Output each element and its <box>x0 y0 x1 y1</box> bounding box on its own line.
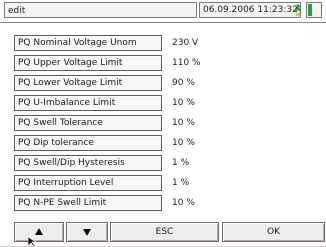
ok-button[interactable]: OK <box>222 222 325 242</box>
param-value: 90 % <box>172 78 195 88</box>
param-row[interactable]: PQ Lower Voltage Limit 90 % <box>14 75 314 93</box>
param-label[interactable]: PQ Nominal Voltage Unom <box>14 35 162 51</box>
instrument-screen: edit 06.09.2006 11:23:32 PQ Nominal Volt… <box>0 0 326 247</box>
param-row[interactable]: PQ Swell/Dip Hysteresis 1 % <box>14 155 314 173</box>
param-value: 10 % <box>172 118 195 128</box>
param-label[interactable]: PQ Dip tolerance <box>14 135 162 151</box>
esc-button[interactable]: ESC <box>110 222 219 242</box>
down-button[interactable] <box>66 222 108 242</box>
arrow-down-icon <box>83 229 91 236</box>
header-bar: edit 06.09.2006 11:23:32 <box>0 0 326 23</box>
param-label[interactable]: PQ U-Imbalance Limit <box>14 95 162 111</box>
param-row[interactable]: PQ Upper Voltage Limit 110 % <box>14 55 314 73</box>
param-value: 10 % <box>172 138 195 148</box>
param-row[interactable]: PQ Nominal Voltage Unom 230 V <box>14 35 314 53</box>
param-label[interactable]: PQ Lower Voltage Limit <box>14 75 162 91</box>
mode-indicator: edit <box>4 2 197 18</box>
param-row[interactable]: PQ N-PE Swell Limit 10 % <box>14 195 314 213</box>
param-label[interactable]: PQ Swell/Dip Hysteresis <box>14 155 162 171</box>
param-value: 230 V <box>172 38 199 48</box>
param-row[interactable]: PQ U-Imbalance Limit 10 % <box>14 95 314 113</box>
param-label[interactable]: PQ N-PE Swell Limit <box>14 195 162 211</box>
param-value: 1 % <box>172 158 190 168</box>
param-value: 10 % <box>172 198 195 208</box>
param-value: 10 % <box>172 98 195 108</box>
datetime-display: 06.09.2006 11:23:32 <box>199 2 301 18</box>
arrow-up-icon <box>35 228 43 235</box>
param-row[interactable]: PQ Swell Tolerance 10 % <box>14 115 314 133</box>
param-row[interactable]: PQ Interruption Level 1 % <box>14 175 314 193</box>
param-label[interactable]: PQ Swell Tolerance <box>14 115 162 131</box>
param-label[interactable]: PQ Interruption Level <box>14 175 162 191</box>
param-row[interactable]: PQ Dip tolerance 10 % <box>14 135 314 153</box>
parameter-list: PQ Nominal Voltage Unom 230 V PQ Upper V… <box>14 35 314 215</box>
param-label[interactable]: PQ Upper Voltage Limit <box>14 55 162 71</box>
signal-status-icon <box>294 4 302 16</box>
param-value: 1 % <box>172 178 190 188</box>
up-button[interactable] <box>14 222 64 242</box>
status-indicator <box>306 2 322 18</box>
param-value: 110 % <box>172 58 201 68</box>
button-bar: ESC OK <box>0 222 326 246</box>
